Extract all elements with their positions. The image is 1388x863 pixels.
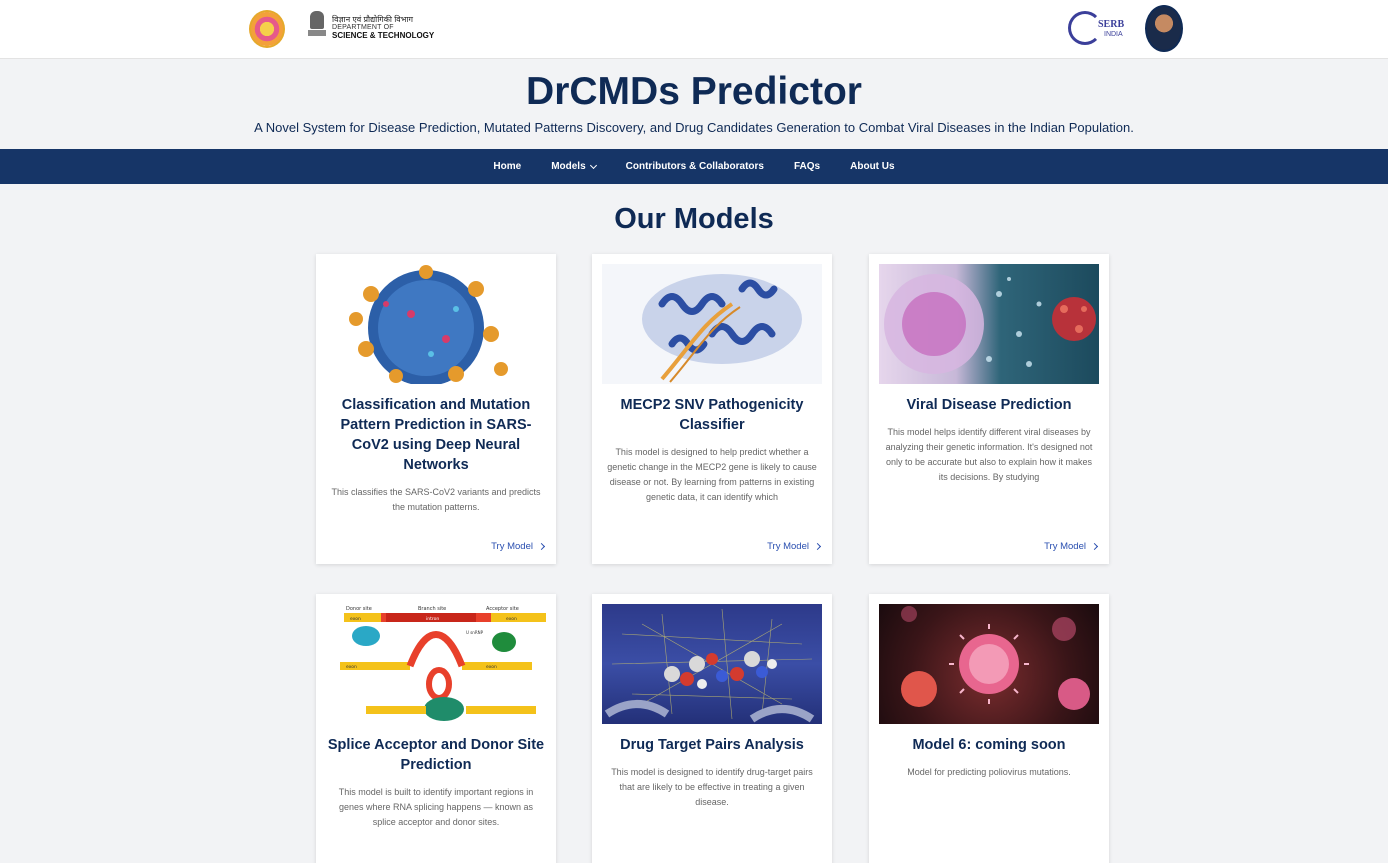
- model-card-drug-target: Drug Target Pairs Analysis This model is…: [592, 594, 832, 863]
- serb-logo: SERB INDIA: [1068, 11, 1132, 47]
- svg-text:exon: exon: [350, 617, 361, 622]
- dst-hindi-text: विज्ञान एवं प्रौद्योगिकी विभाग: [332, 15, 413, 24]
- card-title: Splice Acceptor and Donor Site Predictio…: [327, 737, 545, 773]
- serb-text: SERB: [1098, 19, 1125, 30]
- chevron-right-icon: [1090, 542, 1099, 551]
- try-model-link[interactable]: Try Model: [491, 541, 546, 552]
- svg-text:exon: exon: [346, 665, 357, 670]
- logo-bar: विज्ञान एवं प्रौद्योगिकी विभाग DEPARTMEN…: [0, 0, 1388, 59]
- institute-emblem-logo: [249, 10, 285, 48]
- serb-sub-text: INDIA: [1104, 31, 1123, 38]
- nav-home[interactable]: Home: [493, 161, 521, 172]
- card-description: Model for predicting poliovirus mutation…: [907, 767, 1071, 777]
- model-card-model6: Model 6: coming soon Model for predictin…: [869, 594, 1109, 863]
- svg-text:Branch site: Branch site: [418, 606, 446, 612]
- model-card-sarscov2: Classification and Mutation Pattern Pred…: [316, 254, 556, 564]
- model-card-splice: Donor site Branch site Acceptor site exo…: [316, 594, 556, 863]
- card-description: This model is designed to help predict w…: [607, 447, 817, 502]
- site-subtitle: A Novel System for Disease Prediction, M…: [254, 120, 1134, 135]
- model-card-viral-disease: Viral Disease Prediction This model help…: [869, 254, 1109, 564]
- card-description: This classifies the SARS-CoV2 variants a…: [331, 487, 541, 512]
- svg-text:U snRNP: U snRNP: [466, 630, 484, 635]
- chevron-right-icon: [813, 542, 822, 551]
- svg-text:intron: intron: [426, 616, 439, 622]
- nav-about[interactable]: About Us: [850, 161, 894, 172]
- national-emblem-icon: [307, 10, 327, 46]
- card-title: Drug Target Pairs Analysis: [620, 737, 804, 753]
- site-title: DrCMDs Predictor: [526, 70, 862, 113]
- card-description: This model helps identify different vira…: [885, 427, 1093, 482]
- nav-faqs[interactable]: FAQs: [794, 161, 820, 172]
- card-description: This model is built to identify importan…: [338, 787, 534, 827]
- model-card-mecp2: MECP2 SNV Pathogenicity Classifier This …: [592, 254, 832, 564]
- chevron-right-icon: [537, 542, 546, 551]
- model-image-coronavirus: [326, 264, 546, 384]
- card-title: MECP2 SNV Pathogenicity Classifier: [620, 397, 804, 433]
- nav-models[interactable]: Models: [551, 161, 597, 172]
- svg-text:exon: exon: [506, 617, 517, 622]
- dst-logo: विज्ञान एवं प्रौद्योगिकी विभाग DEPARTMEN…: [307, 9, 434, 47]
- avatar: [1145, 5, 1183, 52]
- svg-text:exon: exon: [486, 665, 497, 670]
- svg-text:Donor site: Donor site: [346, 606, 372, 612]
- chevron-down-icon: [589, 161, 597, 169]
- card-title: Model 6: coming soon: [912, 737, 1066, 753]
- card-description: This model is designed to identify drug-…: [611, 767, 813, 807]
- card-title: Viral Disease Prediction: [906, 397, 1072, 413]
- model-image-drug-molecule: [602, 604, 822, 724]
- svg-text:Acceptor site: Acceptor site: [486, 606, 519, 612]
- card-title: Classification and Mutation Pattern Pred…: [340, 397, 532, 473]
- model-image-splicing-diagram: Donor site Branch site Acceptor site exo…: [326, 604, 546, 724]
- nav-contributors[interactable]: Contributors & Collaborators: [626, 161, 764, 172]
- try-model-link[interactable]: Try Model: [767, 541, 822, 552]
- model-image-viral-cells: [879, 264, 1099, 384]
- section-title: Our Models: [614, 203, 774, 235]
- model-image-poliovirus: [879, 604, 1099, 724]
- main-nav: Home Models Contributors & Collaborators…: [0, 149, 1388, 184]
- try-model-link[interactable]: Try Model: [1044, 541, 1099, 552]
- model-image-protein-structure: [602, 264, 822, 384]
- dst-science-text: SCIENCE & TECHNOLOGY: [332, 31, 435, 40]
